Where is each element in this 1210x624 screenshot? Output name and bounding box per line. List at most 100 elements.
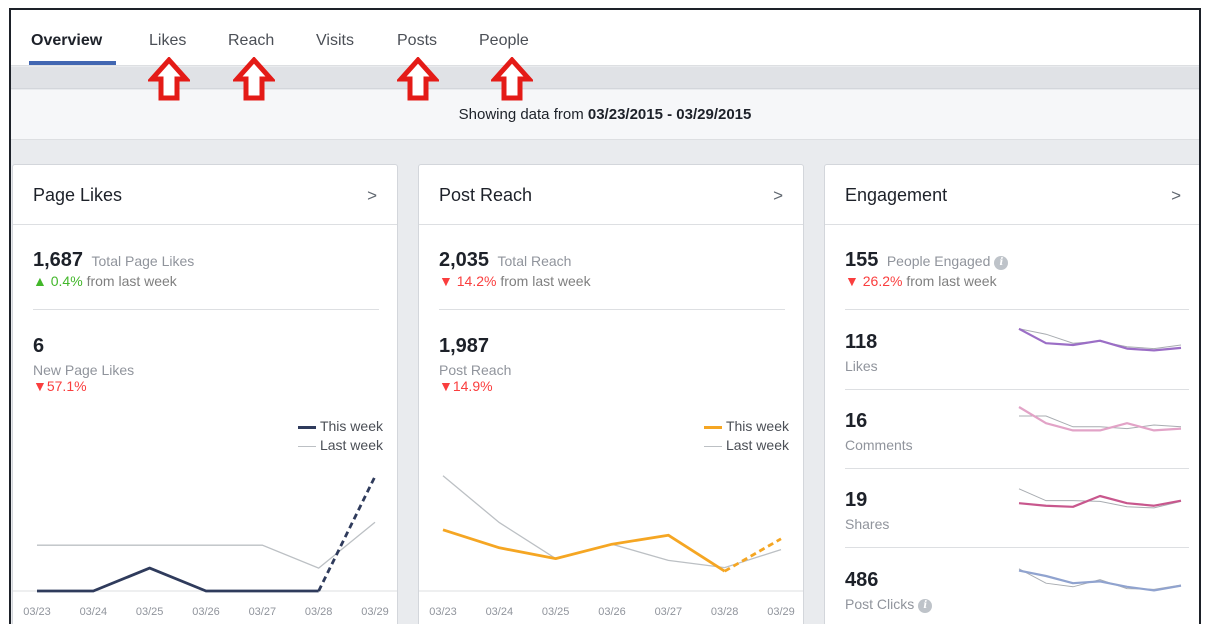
people-engaged-label: People Engaged [886,253,991,269]
page-likes-title: Page Likes [33,185,123,205]
chevron-right-icon[interactable]: > [367,186,377,206]
people-engaged-value: 155 [845,249,879,271]
series-this-week-line [442,528,726,573]
likes-sparkline [1018,327,1182,352]
people-engaged-delta: 26.2% [862,273,903,289]
post-reach-card: Post Reach > 2,035 Total Reach ▼ 14.2% f… [418,164,804,624]
x-tick-label: 03/27 [655,606,683,618]
sparkline-this-week [1018,569,1182,592]
x-tick-label: 03/29 [767,606,795,618]
tab-reach[interactable]: Reach [228,32,274,50]
sparkline-last-week [1018,568,1182,590]
divider [845,309,1189,310]
up-arrow-icon: ▲ [33,273,47,289]
new-page-likes-label: New Page Likes [33,362,135,378]
total-page-likes-delta: 0.4% [50,273,83,289]
legend-this-week: This week [319,418,383,434]
post-reach-header[interactable]: Post Reach > [419,165,803,225]
post-reach-value: 1,987 [439,335,490,357]
new-page-likes: 6 New Page Likes ▼57.1% [33,335,134,396]
series-this-week-projection [317,475,377,592]
tab-posts[interactable]: Posts [397,32,437,50]
annotation-arrow-icon [148,57,190,101]
legend-swatch-this-week [703,425,722,429]
sparkline-last-week [1018,328,1182,350]
divider [845,389,1189,390]
down-arrow-icon: ▼ [439,273,453,289]
x-tick-label: 03/25 [542,606,570,618]
x-tick-label: 03/26 [598,606,626,618]
x-tick-label: 03/26 [192,606,220,618]
divider [33,309,379,310]
x-tick-label: 03/23 [429,606,457,618]
post-reach-title: Post Reach [439,185,533,205]
annotation-arrow-icon [491,57,533,101]
delta-suffix: from last week [906,273,997,289]
x-tick-label: 03/24 [486,606,514,618]
legend-swatch-this-week [297,425,316,429]
post-reach-stat: 1,987 Post Reach ▼14.9% [439,335,511,396]
page-likes-chart: 03/23 03/24 03/25 03/26 03/27 03/28 03/29 [13,475,397,618]
page-likes-card: Page Likes > 1,687 Total Page Likes ▲ 0.… [12,164,398,624]
info-icon[interactable]: i [994,256,1009,270]
x-tick-label: 03/24 [80,606,108,618]
delta-suffix: from last week [86,273,177,289]
insights-frame: Overview Likes Reach Visits Posts People… [9,8,1201,624]
divider [845,547,1189,548]
date-range-prefix: Showing data from [458,106,584,123]
tab-people[interactable]: People [479,32,529,50]
tab-overview[interactable]: Overview [31,32,102,50]
active-tab-indicator [29,61,116,65]
engagement-title: Engagement [845,185,948,205]
x-tick-label: 03/25 [136,606,164,618]
legend-swatch-last-week [297,445,316,447]
down-arrow-icon: ▼ [439,378,453,394]
people-engaged: 155 People Engaged i ▼ 26.2% from last we… [845,249,1009,289]
divider [845,468,1189,469]
chevron-right-icon[interactable]: > [773,186,783,206]
tab-visits[interactable]: Visits [316,32,354,50]
x-tick-label: 03/29 [361,606,389,618]
x-tick-label: 03/28 [711,606,739,618]
series-last-week-line [442,475,782,569]
total-page-likes: 1,687 Total Page Likes ▲ 0.4% from last … [33,249,194,289]
shares-sparkline [1018,488,1182,509]
post-reach-chart: 03/23 03/24 03/25 03/26 03/27 03/28 03/29 [419,475,803,618]
divider [439,309,785,310]
x-tick-label: 03/23 [23,606,51,618]
comments-sparkline [1018,406,1182,432]
post-clicks-sparkline [1018,568,1182,592]
chevron-right-icon[interactable]: > [1171,186,1181,206]
x-tick-label: 03/28 [305,606,333,618]
tab-likes[interactable]: Likes [149,32,186,50]
down-arrow-icon: ▼ [845,273,859,289]
post-reach-label: Post Reach [439,362,512,378]
new-page-likes-delta: 57.1% [46,378,87,394]
series-this-week-projection [723,537,782,573]
delta-suffix: from last week [500,273,591,289]
total-page-likes-value: 1,687 [33,249,84,271]
down-arrow-icon: ▼ [33,378,47,394]
engagement-card: Engagement > 155 People Engaged i ▼ 26.2%… [824,164,1199,624]
post-clicks-text: Post Clicks [845,596,915,612]
engagement-header[interactable]: Engagement > [825,165,1199,225]
x-tick-label: 03/27 [249,606,277,618]
series-this-week-line [37,566,319,593]
date-range-value: 03/23/2015 - 03/29/2015 [587,106,752,123]
post-reach-delta: 14.9% [452,378,493,394]
post-reach-legend: This week Last week [703,417,789,455]
total-page-likes-label: Total Page Likes [91,253,195,269]
info-icon[interactable]: i [918,599,933,613]
annotation-arrow-icon [397,57,439,101]
new-page-likes-value: 6 [33,335,45,357]
total-reach-delta: 14.2% [456,273,497,289]
page-likes-legend: This week Last week [297,417,383,455]
page-likes-header[interactable]: Page Likes > [13,165,397,225]
legend-last-week: Last week [725,437,789,453]
legend-this-week: This week [725,418,789,434]
total-reach-value: 2,035 [439,249,490,271]
sparkline-this-week [1018,327,1182,352]
legend-last-week: Last week [319,437,383,453]
total-reach: 2,035 Total Reach ▼ 14.2% from last week [439,249,591,289]
annotation-arrow-icon [233,57,275,101]
